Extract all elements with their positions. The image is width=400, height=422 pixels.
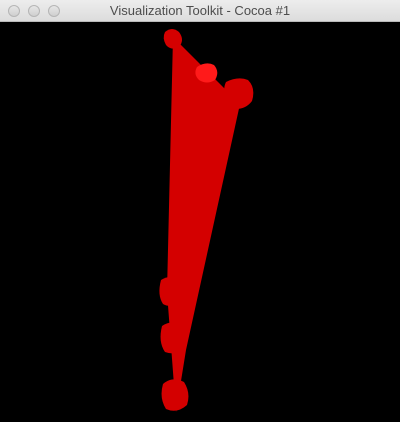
geometry-blob-mid-1 xyxy=(159,277,184,306)
window-title: Visualization Toolkit - Cocoa #1 xyxy=(109,3,291,18)
geometry-blob-mid-2 xyxy=(160,322,188,354)
geometry-highlight xyxy=(195,63,218,83)
geometry-blob-bottom xyxy=(161,379,189,411)
vtk-window: Visualization Toolkit - Cocoa #1 xyxy=(0,0,400,422)
window-titlebar[interactable]: Visualization Toolkit - Cocoa #1 xyxy=(0,0,400,22)
render-viewport[interactable] xyxy=(0,22,400,422)
render-scene[interactable] xyxy=(0,22,400,422)
